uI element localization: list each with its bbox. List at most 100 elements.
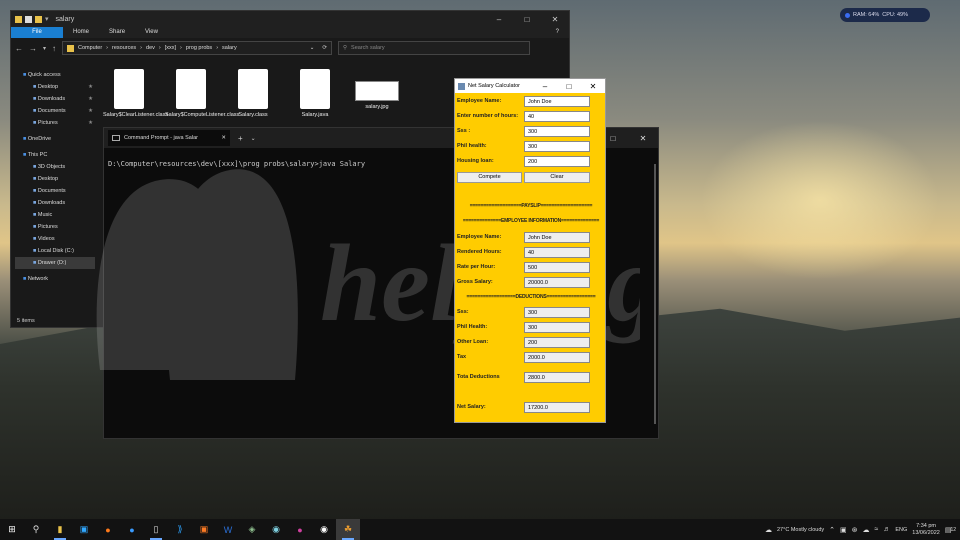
search-icon[interactable]: ⚲ <box>24 519 48 540</box>
sidebar-item[interactable]: ■ Downloads <box>15 197 95 209</box>
minimize-button[interactable]: – <box>485 15 513 24</box>
sidebar-item[interactable]: ■ Pictures <box>15 221 95 233</box>
back-arrow-icon[interactable]: ← <box>15 44 23 53</box>
path-segment[interactable]: prog probs <box>186 45 212 51</box>
sidebar-item[interactable]: ■ Videos <box>15 233 95 245</box>
tray-app-icon[interactable]: ▣ <box>840 526 847 534</box>
up-arrow-icon[interactable]: ↑ <box>52 44 56 53</box>
new-folder-icon[interactable] <box>35 15 42 23</box>
firefox-dev-icon[interactable]: ● <box>120 519 144 540</box>
sidebar-item[interactable]: ■ Network <box>15 273 95 285</box>
terminal-output[interactable]: D:\Computer\resources\dev\[xxx]\prog pro… <box>108 160 365 168</box>
logitech-icon[interactable]: ◉ <box>312 519 336 540</box>
close-button[interactable]: ✕ <box>541 15 569 24</box>
notes-app-icon[interactable]: ◉ <box>264 519 288 540</box>
properties-icon[interactable] <box>25 15 32 23</box>
sidebar-item[interactable]: ■ Desktop <box>15 173 95 185</box>
sidebar-item[interactable]: ■ 3D Objects <box>15 161 95 173</box>
input-field[interactable] <box>524 156 590 167</box>
forward-arrow-icon[interactable]: → <box>29 44 37 53</box>
chevron-down-icon[interactable]: ⌄ <box>310 45 315 51</box>
clear-button[interactable]: Clear <box>524 172 590 183</box>
tab-dropdown-icon[interactable]: ⌄ <box>251 135 256 142</box>
sidebar-item[interactable]: ■ This PC <box>15 149 95 161</box>
input-field[interactable] <box>524 141 590 152</box>
search-input[interactable]: ⚲ Search salary <box>338 41 531 55</box>
sidebar-item[interactable]: ■ Desktop ★ <box>15 81 95 93</box>
volume-icon[interactable]: ♬ <box>883 526 890 533</box>
bluetooth-icon[interactable]: ⊛ <box>852 526 858 534</box>
ribbon-tab-home[interactable]: Home <box>63 27 99 38</box>
new-tab-button[interactable]: + <box>238 134 243 143</box>
vscode-icon[interactable]: ⟫ <box>168 519 192 540</box>
compute-button[interactable]: Compete <box>457 172 522 183</box>
input-language[interactable]: ENG <box>895 527 907 533</box>
sidebar-item[interactable]: ■ Quick access <box>15 69 95 81</box>
calculator-titlebar[interactable]: Net Salary Calculator – □ ✕ <box>455 79 605 93</box>
clock[interactable]: 7:34 pm 13/06/2022 <box>912 523 940 537</box>
close-button[interactable]: ✕ <box>581 82 605 91</box>
path-segment[interactable]: Computer <box>78 45 102 51</box>
sidebar-item[interactable]: ■ Local Disk (C:) <box>15 245 95 257</box>
path-segment[interactable]: dev <box>146 45 155 51</box>
terminal-tab[interactable]: Command Prompt - java Salar ✕ <box>108 130 230 146</box>
pin-icon[interactable]: ★ <box>88 105 93 117</box>
explorer-titlebar[interactable]: ▾ salary – □ ✕ <box>11 11 569 27</box>
terminal-scrollbar[interactable] <box>654 164 656 424</box>
input-field[interactable] <box>524 126 590 137</box>
weather-cloud-icon[interactable]: ☁ <box>765 526 772 534</box>
pin-icon[interactable]: ★ <box>88 117 93 129</box>
help-icon[interactable]: ? <box>546 27 569 38</box>
pin-icon[interactable]: ★ <box>88 81 93 93</box>
chevron-down-icon[interactable]: ▾ <box>45 15 49 23</box>
sidebar-item[interactable]: ■ Downloads ★ <box>15 93 95 105</box>
close-button[interactable]: ✕ <box>628 134 658 143</box>
sidebar-item[interactable]: ■ Pictures ★ <box>15 117 95 129</box>
app-icon[interactable]: ◈ <box>240 519 264 540</box>
firefox-icon[interactable]: ● <box>96 519 120 540</box>
sidebar-item[interactable]: ■ Drawer (D:) <box>15 257 95 269</box>
wifi-icon[interactable]: ≈ <box>875 526 879 533</box>
input-field[interactable] <box>524 111 590 122</box>
ribbon-tab-share[interactable]: Share <box>99 27 135 38</box>
file-item[interactable]: Salary.java <box>289 69 341 119</box>
minimize-button[interactable]: – <box>533 82 557 91</box>
start-windows-icon[interactable]: ⊞ <box>0 519 24 540</box>
maximize-button[interactable]: □ <box>513 15 541 24</box>
file-item[interactable]: Salary$ComputeListener.class <box>165 69 239 119</box>
clock-date: 13/06/2022 <box>912 529 940 536</box>
browser-app-icon[interactable]: ● <box>288 519 312 540</box>
cloud-sync-icon[interactable]: ☁ <box>863 526 870 534</box>
sidebar-item-label: Downloads <box>37 96 66 102</box>
file-item[interactable]: Salary$ClearListener.class <box>103 69 168 119</box>
word-icon[interactable]: W <box>216 519 240 540</box>
ribbon-tab-file[interactable]: File <box>11 27 63 38</box>
sidebar-item[interactable]: ■ Documents <box>15 185 95 197</box>
input-field[interactable] <box>524 96 590 107</box>
ribbon-tab-view[interactable]: View <box>135 27 168 38</box>
xampp-icon[interactable]: ▣ <box>192 519 216 540</box>
file-item[interactable]: Salary.class <box>227 69 279 119</box>
weather-text[interactable]: 27°C Mostly cloudy <box>777 527 824 533</box>
pin-icon[interactable]: ★ <box>88 93 93 105</box>
address-path[interactable]: Computer › resources › dev › [xxx] › prog pr… <box>62 41 333 55</box>
path-segment[interactable]: [xxx] <box>165 45 176 51</box>
file-explorer-icon[interactable]: ▮ <box>48 519 72 540</box>
refresh-icon[interactable]: ⟳ <box>322 45 327 51</box>
sidebar-item[interactable]: ■ Music <box>15 209 95 221</box>
photoshop-icon[interactable]: ▣ <box>72 519 96 540</box>
sidebar-item[interactable]: ■ OneDrive <box>15 133 95 145</box>
sidebar-item-label: Documents <box>37 108 66 114</box>
show-hidden-icons-chevron[interactable]: ⌃ <box>829 526 835 534</box>
path-segment[interactable]: resources <box>112 45 136 51</box>
recent-chevron-icon[interactable]: ▾ <box>43 45 46 52</box>
java-app-icon[interactable]: ☘ <box>336 519 360 540</box>
close-tab-icon[interactable]: ✕ <box>221 135 226 141</box>
sidebar-item[interactable]: ■ Documents ★ <box>15 105 95 117</box>
file-icon <box>238 69 268 109</box>
maximize-button[interactable]: □ <box>557 82 581 91</box>
file-item[interactable]: salary.jpg <box>351 69 403 119</box>
path-segment[interactable]: salary <box>222 45 237 51</box>
system-monitor-widget[interactable]: RAM: 64% CPU: 49% <box>840 8 930 22</box>
terminal-icon[interactable]: ▯ <box>144 519 168 540</box>
